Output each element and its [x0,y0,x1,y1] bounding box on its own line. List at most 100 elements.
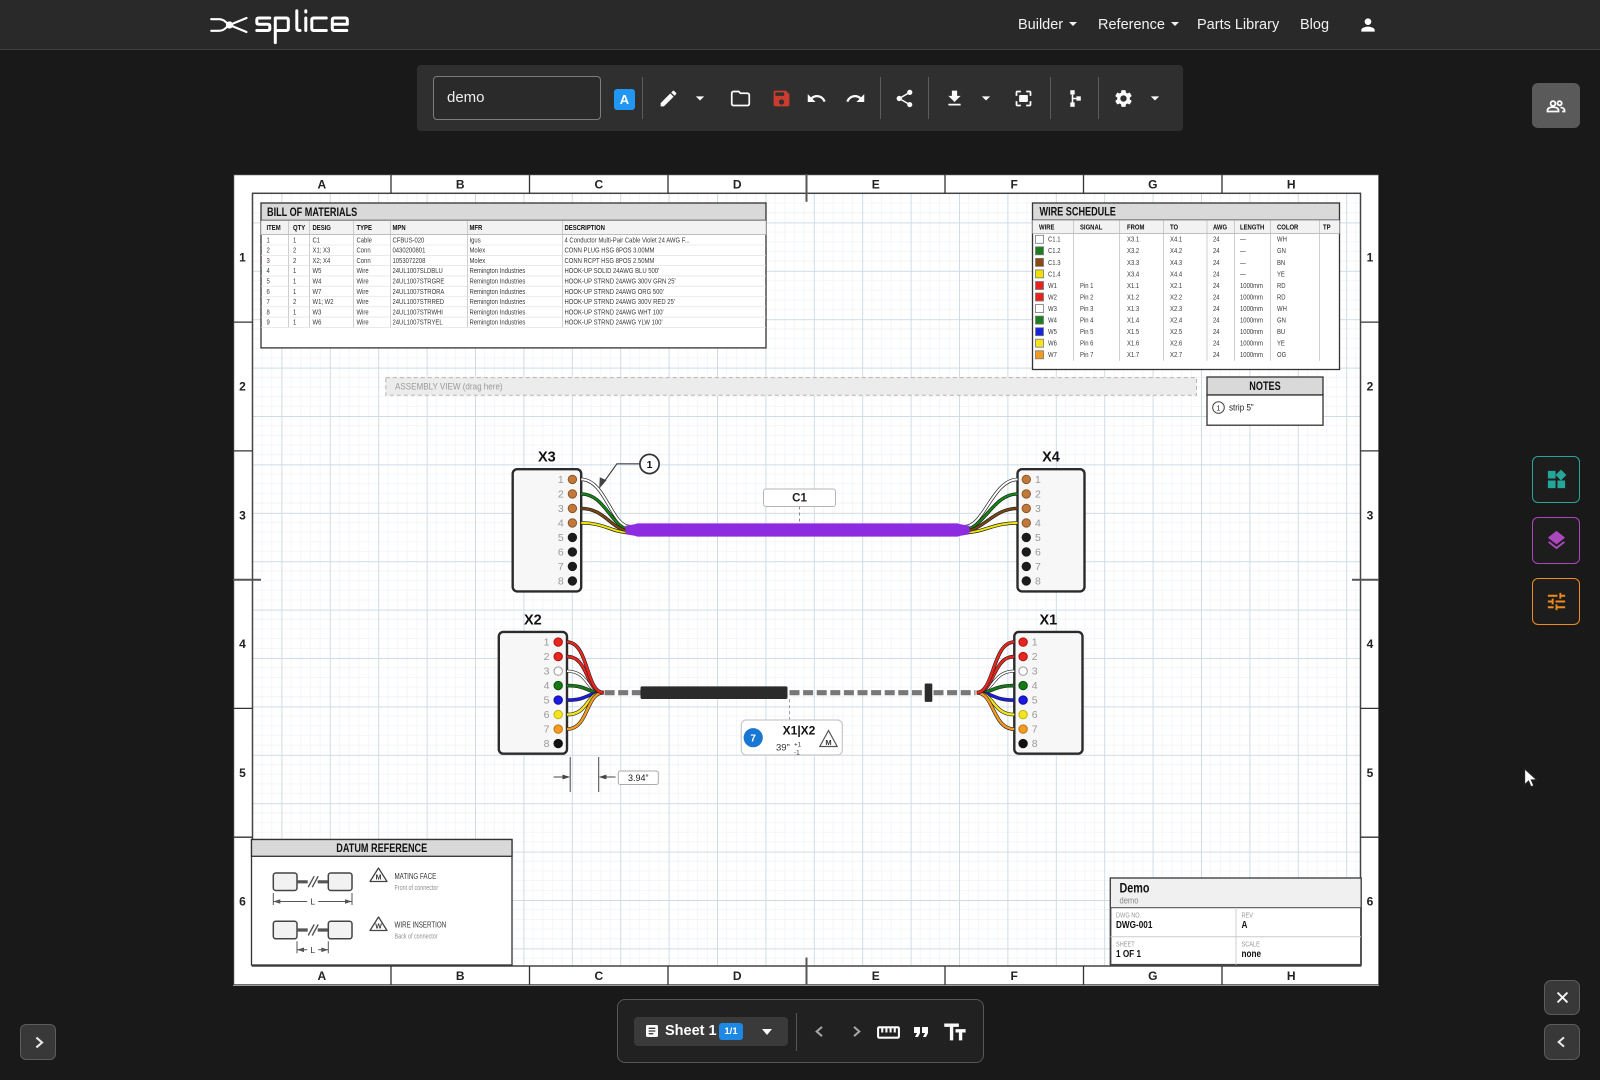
svg-text:MFR: MFR [469,225,482,233]
svg-text:X1.1: X1.1 [1127,282,1139,290]
svg-text:5: 5 [1035,532,1041,544]
svg-text:8: 8 [544,738,550,750]
svg-text:1: 1 [544,637,550,649]
svg-text:—: — [1240,236,1246,244]
svg-text:X2: X2 [524,612,542,628]
svg-text:C1: C1 [313,237,321,245]
svg-text:24: 24 [1213,236,1220,244]
svg-text:8: 8 [1035,576,1041,588]
svg-text:G: G [1148,969,1157,983]
svg-text:1: 1 [558,474,564,486]
svg-text:2: 2 [293,247,297,255]
svg-text:Cable: Cable [357,237,373,245]
svg-text:W: W [375,924,382,931]
svg-text:7: 7 [267,299,271,307]
svg-text:5: 5 [558,532,564,544]
svg-text:1: 1 [293,278,297,286]
svg-text:Molex: Molex [469,257,485,265]
svg-text:5: 5 [1032,695,1038,707]
svg-text:24UL1007STRORA: 24UL1007STRORA [393,288,445,296]
svg-text:A: A [317,969,326,983]
svg-text:G: G [1148,178,1157,192]
svg-text:5: 5 [239,766,246,780]
svg-text:F: F [1011,969,1018,983]
svg-text:2: 2 [1367,380,1374,394]
svg-text:A: A [1242,918,1248,930]
svg-text:6: 6 [1367,895,1374,909]
svg-text:W6: W6 [1048,340,1057,348]
svg-text:W3: W3 [1048,305,1057,313]
svg-text:HOOK-UP STRND 24AWG WHT 100': HOOK-UP STRND 24AWG WHT 100' [565,309,664,317]
svg-text:0430200801: 0430200801 [393,247,426,255]
svg-text:WH: WH [1277,305,1287,313]
svg-text:Wire: Wire [357,278,369,286]
svg-text:24: 24 [1213,248,1220,256]
svg-text:1: 1 [1367,251,1374,265]
svg-text:2: 2 [544,651,550,663]
svg-text:X2.2: X2.2 [1170,294,1182,302]
svg-text:Back of connector: Back of connector [395,933,439,941]
svg-text:ASSEMBLY VIEW (drag here): ASSEMBLY VIEW (drag here) [395,381,503,392]
svg-text:H: H [1287,178,1296,192]
svg-text:1000mm: 1000mm [1240,305,1263,313]
svg-text:24UL1007STRRED: 24UL1007STRRED [393,299,445,307]
svg-text:1: 1 [293,288,297,296]
svg-text:7: 7 [544,724,550,736]
svg-text:4: 4 [558,518,564,530]
svg-text:7: 7 [558,561,564,573]
svg-text:8: 8 [1032,738,1038,750]
svg-text:HOOK-UP STRND 24AWG 300V RED 2: HOOK-UP STRND 24AWG 300V RED 25' [565,299,675,307]
svg-text:HOOK-UP SOLID 24AWG BLU 500': HOOK-UP SOLID 24AWG BLU 500' [565,268,660,276]
svg-text:CONN PLUG HSG 8POS 3.00MM: CONN PLUG HSG 8POS 3.00MM [565,247,655,255]
svg-text:Pin 4: Pin 4 [1080,317,1094,325]
svg-text:Front of connector: Front of connector [395,884,439,892]
svg-text:W5: W5 [1048,329,1057,337]
svg-text:none: none [1242,947,1262,959]
svg-text:X1.5: X1.5 [1127,329,1139,337]
svg-text:X4.1: X4.1 [1170,236,1182,244]
svg-text:6: 6 [1032,709,1038,721]
svg-text:RD: RD [1277,282,1286,290]
svg-text:X3.4: X3.4 [1127,271,1139,279]
svg-text:COLOR: COLOR [1277,224,1298,232]
svg-text:1: 1 [1032,637,1038,649]
svg-text:Pin 1: Pin 1 [1080,282,1094,290]
svg-text:24: 24 [1213,305,1220,313]
svg-text:9: 9 [267,319,271,327]
svg-text:C1.4: C1.4 [1048,271,1061,279]
svg-text:24: 24 [1213,352,1220,360]
svg-text:1: 1 [267,237,271,245]
svg-text:3: 3 [1032,666,1038,678]
svg-text:W1; W2: W1; W2 [313,299,334,307]
svg-text:1 OF 1: 1 OF 1 [1116,947,1141,959]
svg-text:QTY: QTY [293,225,306,233]
svg-text:DESIG: DESIG [313,225,331,233]
svg-text:X3.1: X3.1 [1127,236,1139,244]
svg-text:3: 3 [558,503,564,515]
svg-text:AWG: AWG [1213,224,1227,232]
svg-text:Remington Industries: Remington Industries [469,309,525,317]
svg-text:Remington Industries: Remington Industries [469,268,525,276]
svg-text:Conn: Conn [357,257,371,265]
svg-text:2: 2 [267,247,271,255]
svg-text:X1|X2: X1|X2 [783,723,816,737]
svg-text:1: 1 [239,251,246,265]
svg-text:MPN: MPN [393,225,406,233]
svg-text:X4.4: X4.4 [1170,271,1182,279]
svg-text:2: 2 [239,380,246,394]
svg-text:BU: BU [1277,329,1285,337]
svg-text:Demo: Demo [1119,881,1149,896]
svg-text:D: D [733,178,742,192]
svg-text:OG: OG [1277,352,1286,360]
svg-text:+1: +1 [794,742,802,749]
svg-text:MATING FACE: MATING FACE [394,872,436,881]
svg-text:X4.2: X4.2 [1170,248,1182,256]
svg-text:GN: GN [1277,248,1286,256]
svg-text:WIRE SCHEDULE: WIRE SCHEDULE [1039,206,1115,220]
svg-text:LENGTH: LENGTH [1240,224,1264,232]
svg-text:W2: W2 [1048,294,1057,302]
svg-text:1000mm: 1000mm [1240,352,1263,360]
svg-text:NOTES: NOTES [1249,380,1280,394]
svg-text:4: 4 [544,680,550,692]
svg-text:X3.3: X3.3 [1127,259,1139,267]
